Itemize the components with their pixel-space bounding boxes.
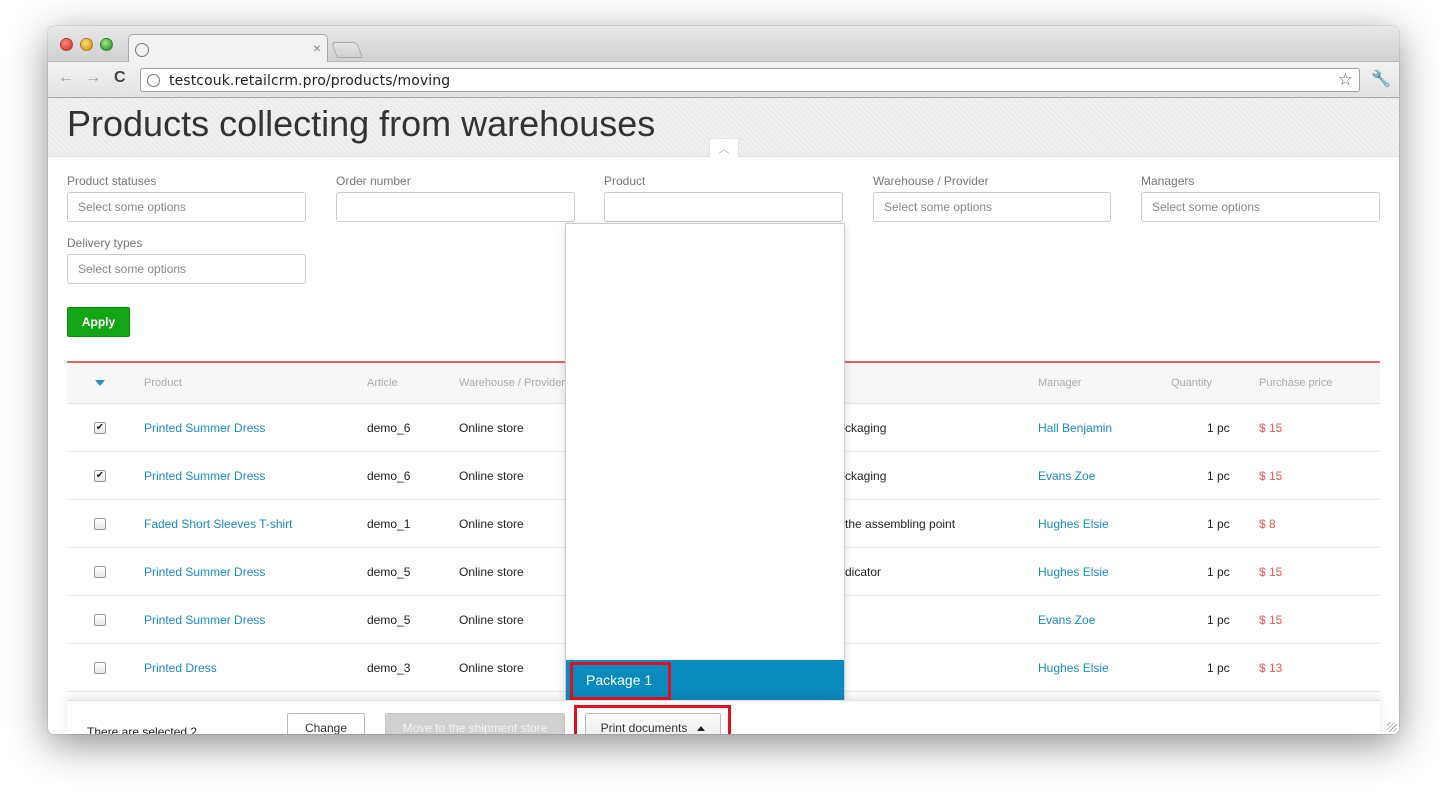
- address-url[interactable]: testcouk.retailcrm.pro/products/moving: [169, 73, 450, 89]
- manager-link[interactable]: Hall Benjamin: [1038, 421, 1112, 435]
- product-statuses-select[interactable]: Select some options: [67, 192, 306, 222]
- zoom-window-button[interactable]: [100, 38, 113, 51]
- manager-link[interactable]: Hughes Elsie: [1038, 565, 1109, 579]
- quantity-cell: 1 pc: [1207, 613, 1230, 627]
- purchase-price-cell: $ 15: [1259, 421, 1283, 435]
- product-statuses-label: Product statuses: [67, 174, 157, 188]
- new-tab-button[interactable]: [331, 42, 363, 58]
- selected-count-text: There are selected 2 elements: [87, 725, 198, 734]
- sort-toggle-icon[interactable]: [95, 380, 105, 386]
- back-arrow-icon[interactable]: ←: [58, 69, 74, 87]
- column-header-warehouse[interactable]: Warehouse / Provider: [459, 377, 565, 389]
- warehouse-cell: Online store: [459, 469, 524, 483]
- status-cell: the assembling point: [845, 517, 956, 531]
- collapse-filters-button[interactable]: ︿: [709, 138, 739, 158]
- status-cell: ckaging: [845, 421, 887, 435]
- article-cell: demo_1: [367, 517, 411, 531]
- print-documents-dropdown: Package 1: [565, 223, 845, 701]
- product-label: Product: [604, 174, 646, 188]
- move-to-shipment-store-button[interactable]: Move to the shipment store: [385, 713, 565, 734]
- column-header-quantity[interactable]: Quantity: [1171, 377, 1212, 389]
- wrench-menu-icon[interactable]: 🔧: [1371, 69, 1391, 89]
- manager-link[interactable]: Hughes Elsie: [1038, 517, 1109, 531]
- article-cell: demo_6: [367, 421, 411, 435]
- row-checkbox[interactable]: ✔: [94, 470, 106, 482]
- product-link[interactable]: Printed Dress: [144, 661, 217, 675]
- column-header-purchase-price[interactable]: Purchase price: [1259, 377, 1332, 389]
- manager-link[interactable]: Evans Zoe: [1038, 469, 1095, 483]
- page-header: Products collecting from warehouses ︿: [48, 98, 1399, 158]
- site-info-icon[interactable]: [147, 74, 160, 87]
- forward-arrow-icon[interactable]: →: [85, 69, 101, 87]
- page-title: Products collecting from warehouses: [67, 103, 656, 144]
- tab-close-icon[interactable]: ×: [313, 40, 321, 56]
- article-cell: demo_3: [367, 661, 411, 675]
- warehouse-cell: Online store: [459, 613, 524, 627]
- delivery-types-select[interactable]: Select some options: [67, 254, 306, 284]
- print-highlight-box: [574, 705, 731, 734]
- article-cell: demo_5: [367, 565, 411, 579]
- manager-link[interactable]: Evans Zoe: [1038, 613, 1095, 627]
- purchase-price-cell: $ 13: [1259, 661, 1283, 675]
- browser-toolbar: ← → C testcouk.retailcrm.pro/products/mo…: [48, 62, 1399, 98]
- status-cell: dicator: [845, 565, 882, 579]
- purchase-price-cell: $ 15: [1259, 565, 1283, 579]
- row-checkbox[interactable]: ✔: [94, 422, 106, 434]
- purchase-price-cell: $ 8: [1259, 517, 1276, 531]
- minimize-window-button[interactable]: [80, 38, 93, 51]
- status-cell: ckaging: [845, 469, 887, 483]
- browser-tab[interactable]: ×: [128, 34, 328, 63]
- row-checkbox[interactable]: [94, 518, 106, 530]
- manager-link[interactable]: Hughes Elsie: [1038, 661, 1109, 675]
- article-cell: demo_6: [367, 469, 411, 483]
- globe-icon: [135, 43, 149, 57]
- warehouse-cell: Online store: [459, 661, 524, 675]
- bookmark-star-icon[interactable]: ☆: [1338, 70, 1353, 90]
- order-number-input[interactable]: [336, 192, 575, 222]
- warehouse-cell: Online store: [459, 421, 524, 435]
- purchase-price-cell: $ 15: [1259, 469, 1283, 483]
- quantity-cell: 1 pc: [1207, 421, 1230, 435]
- apply-button[interactable]: Apply: [67, 307, 130, 337]
- managers-label: Managers: [1141, 174, 1195, 188]
- column-header-article[interactable]: Article: [367, 377, 398, 389]
- product-link[interactable]: Printed Summer Dress: [144, 421, 265, 435]
- product-input[interactable]: [604, 192, 843, 222]
- product-link[interactable]: Printed Summer Dress: [144, 613, 265, 627]
- column-header-manager[interactable]: Manager: [1038, 377, 1081, 389]
- article-cell: demo_5: [367, 613, 411, 627]
- address-bar[interactable]: testcouk.retailcrm.pro/products/moving ☆: [140, 68, 1360, 92]
- column-header-product[interactable]: Product: [144, 377, 182, 389]
- product-link[interactable]: Faded Short Sleeves T-shirt: [144, 517, 293, 531]
- quantity-cell: 1 pc: [1207, 565, 1230, 579]
- resize-grip-icon[interactable]: [1387, 722, 1397, 732]
- quantity-cell: 1 pc: [1207, 469, 1230, 483]
- warehouse-provider-label: Warehouse / Provider: [873, 174, 989, 188]
- page-content: Products collecting from warehouses ︿ Pr…: [48, 98, 1399, 734]
- order-number-label: Order number: [336, 174, 411, 188]
- row-checkbox[interactable]: [94, 566, 106, 578]
- reload-icon[interactable]: C: [114, 69, 126, 87]
- purchase-price-cell: $ 15: [1259, 613, 1283, 627]
- change-button[interactable]: Change: [287, 713, 365, 734]
- product-link[interactable]: Printed Summer Dress: [144, 469, 265, 483]
- quantity-cell: 1 pc: [1207, 517, 1230, 531]
- title-bar: ×: [48, 26, 1399, 63]
- product-link[interactable]: Printed Summer Dress: [144, 565, 265, 579]
- close-window-button[interactable]: [60, 38, 73, 51]
- row-checkbox[interactable]: [94, 662, 106, 674]
- package-highlight-box: [570, 662, 671, 700]
- managers-select[interactable]: Select some options: [1141, 192, 1380, 222]
- warehouse-provider-select[interactable]: Select some options: [873, 192, 1111, 222]
- warehouse-cell: Online store: [459, 517, 524, 531]
- browser-window: × ← → C testcouk.retailcrm.pro/products/…: [48, 26, 1399, 734]
- row-checkbox[interactable]: [94, 614, 106, 626]
- quantity-cell: 1 pc: [1207, 661, 1230, 675]
- warehouse-cell: Online store: [459, 565, 524, 579]
- delivery-types-label: Delivery types: [67, 236, 143, 250]
